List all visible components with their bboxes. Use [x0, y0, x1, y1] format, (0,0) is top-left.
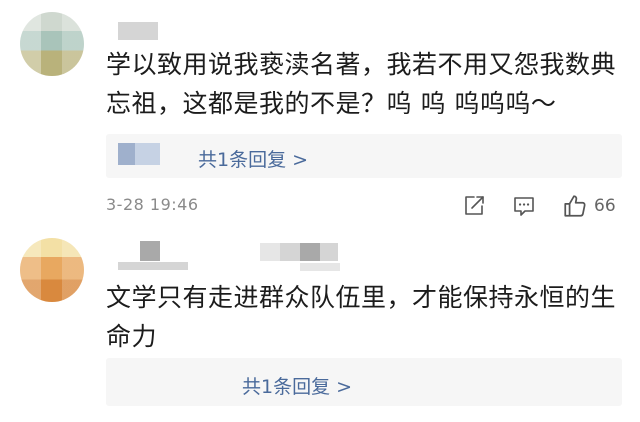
like-button[interactable]: 66 [562, 192, 616, 220]
username-blurred [320, 243, 338, 261]
view-replies-link[interactable]: 共1条回复 > [198, 145, 308, 172]
share-icon [462, 194, 486, 218]
comment-button[interactable] [512, 192, 536, 220]
reply-avatar [118, 143, 160, 165]
username-blurred [280, 243, 300, 261]
username-blurred[interactable] [140, 241, 160, 261]
avatar[interactable] [20, 238, 84, 302]
comment-icon [512, 194, 536, 218]
reply-box[interactable] [106, 134, 622, 178]
share-button[interactable] [462, 192, 486, 220]
username-blurred [300, 243, 320, 261]
comment-text: 文学只有走进群众队伍里，才能保持永恒的生命力 [106, 283, 617, 351]
comment-text: 学以致用说我亵渎名著，我若不用又怨我数典忘祖，这都是我的不是？呜 呜 呜呜呜～ [106, 50, 617, 118]
thumbs-up-icon [562, 193, 588, 219]
username-blurred [300, 263, 340, 271]
timestamp: 3-28 19:46 [106, 195, 199, 214]
like-count: 66 [594, 196, 616, 216]
username-blurred [260, 243, 280, 261]
username-blurred [118, 262, 188, 270]
view-replies-link[interactable]: 共1条回复 > [242, 372, 352, 399]
reply-box[interactable] [106, 358, 622, 406]
avatar[interactable] [20, 12, 84, 76]
username-blurred[interactable] [118, 22, 158, 40]
